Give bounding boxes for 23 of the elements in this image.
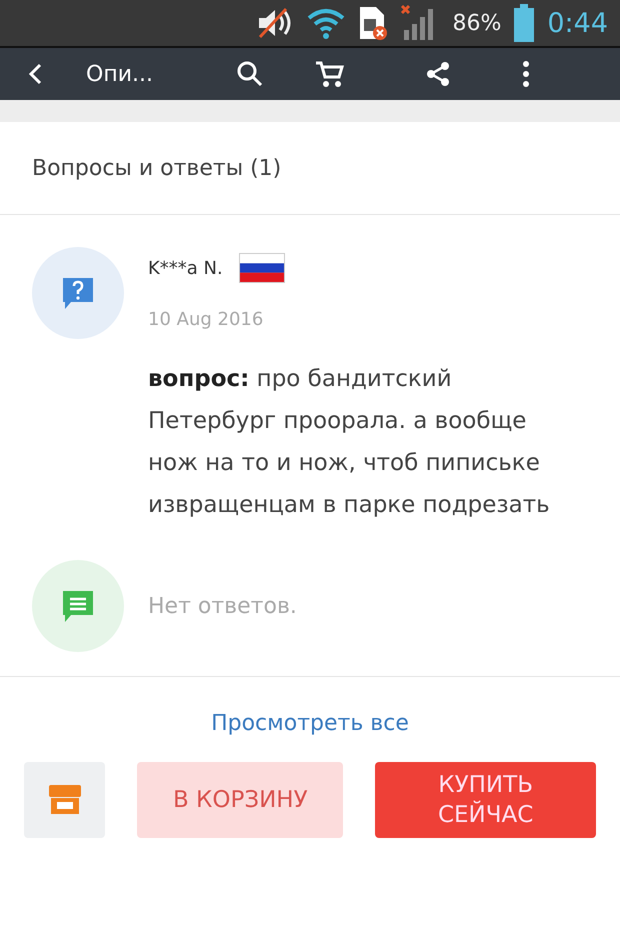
search-icon[interactable] — [236, 60, 264, 88]
view-all-link[interactable]: Просмотреть все — [211, 711, 409, 736]
toolbar-title: Опи... — [86, 62, 154, 86]
sim-card-icon — [358, 5, 388, 41]
battery-percent: 86% — [452, 10, 502, 36]
question-date: 10 Aug 2016 — [148, 309, 264, 330]
section-title: Вопросы и ответы (1) — [32, 156, 282, 180]
question-bubble-icon — [61, 276, 95, 310]
no-answers-text: Нет ответов. — [148, 594, 297, 618]
buy-now-button[interactable]: КУПИТЬ СЕЙЧАС — [375, 762, 596, 838]
author-name: K***a N. — [148, 258, 223, 278]
more-icon[interactable] — [522, 60, 530, 88]
question-text: вопрос: про бандитский Петербург проорала. а вообще нож на то и нож, чтоб пипиське извращенцам в парке подрезать — [148, 365, 551, 520]
russia-flag-icon — [238, 253, 285, 283]
clock-time: 0:44 — [547, 8, 608, 38]
store-icon — [46, 784, 83, 816]
wifi-icon — [306, 6, 346, 40]
battery-icon — [513, 4, 536, 42]
share-icon[interactable] — [424, 60, 452, 88]
message-bubble-icon — [61, 589, 95, 623]
cart-icon[interactable] — [314, 60, 344, 88]
store-button[interactable] — [24, 762, 106, 838]
add-to-cart-button[interactable]: В КОРЗИНУ — [137, 762, 344, 838]
